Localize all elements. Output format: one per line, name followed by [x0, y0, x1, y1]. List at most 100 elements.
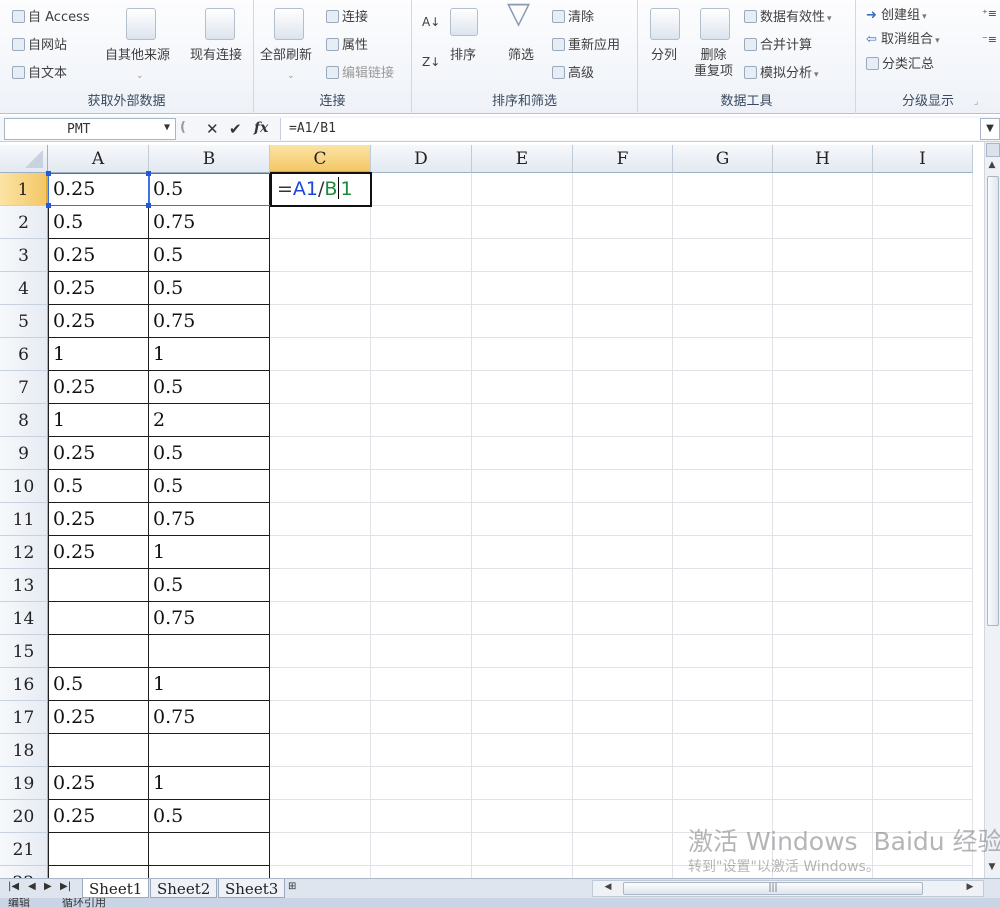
table-cell[interactable]: [472, 536, 573, 569]
table-cell[interactable]: [773, 437, 873, 470]
row-header[interactable]: 7: [0, 371, 48, 404]
table-cell[interactable]: 1: [48, 404, 149, 437]
table-cell[interactable]: [48, 602, 149, 635]
table-cell[interactable]: [673, 206, 773, 239]
sort-asc-button[interactable]: A↓: [422, 14, 440, 30]
table-cell[interactable]: [673, 602, 773, 635]
table-cell[interactable]: [673, 272, 773, 305]
table-cell[interactable]: 0.5: [149, 470, 270, 503]
row-header[interactable]: 9: [0, 437, 48, 470]
table-cell[interactable]: [573, 173, 673, 206]
table-cell[interactable]: [472, 569, 573, 602]
remove-duplicates-button[interactable]: 删除 重复项: [694, 48, 733, 80]
table-cell[interactable]: [573, 272, 673, 305]
column-header[interactable]: H: [773, 145, 873, 173]
table-cell[interactable]: [270, 536, 371, 569]
table-cell[interactable]: [472, 173, 573, 206]
table-cell[interactable]: [673, 767, 773, 800]
table-cell[interactable]: [673, 173, 773, 206]
table-cell[interactable]: [673, 437, 773, 470]
table-cell[interactable]: [48, 569, 149, 602]
table-cell[interactable]: [573, 404, 673, 437]
table-cell[interactable]: [873, 173, 973, 206]
prev-sheet-icon[interactable]: ◀: [28, 881, 36, 892]
next-sheet-icon[interactable]: ▶: [44, 881, 52, 892]
table-cell[interactable]: [773, 536, 873, 569]
enter-icon[interactable]: ✔: [229, 120, 242, 138]
table-cell[interactable]: [48, 866, 149, 878]
table-cell[interactable]: [371, 206, 472, 239]
table-cell[interactable]: 0.75: [149, 305, 270, 338]
worksheet-grid[interactable]: ABCDEFGHI 1 0.25 0.5 2 0.5 0.75 3 0.25 0.5 4 0.25 0…: [0, 145, 984, 878]
expand-formula-bar-icon[interactable]: ▼: [980, 118, 1000, 140]
table-cell[interactable]: [573, 569, 673, 602]
cancel-icon[interactable]: ✕: [206, 120, 219, 138]
table-cell[interactable]: [472, 635, 573, 668]
table-cell[interactable]: [573, 767, 673, 800]
select-all-button[interactable]: [0, 145, 48, 173]
table-cell[interactable]: [371, 800, 472, 833]
table-cell[interactable]: 1: [149, 668, 270, 701]
table-cell[interactable]: [873, 338, 973, 371]
table-cell[interactable]: [873, 503, 973, 536]
table-cell[interactable]: [873, 734, 973, 767]
table-cell[interactable]: [573, 338, 673, 371]
table-cell[interactable]: 0.5: [48, 668, 149, 701]
table-cell[interactable]: [270, 470, 371, 503]
table-cell[interactable]: [873, 404, 973, 437]
table-cell[interactable]: 1: [149, 536, 270, 569]
row-header[interactable]: 3: [0, 239, 48, 272]
table-cell[interactable]: [270, 503, 371, 536]
table-cell[interactable]: [371, 767, 472, 800]
table-cell[interactable]: [573, 503, 673, 536]
table-cell[interactable]: [371, 569, 472, 602]
table-cell[interactable]: 0.75: [149, 206, 270, 239]
table-cell[interactable]: [773, 206, 873, 239]
table-cell[interactable]: [48, 635, 149, 668]
table-cell[interactable]: [873, 701, 973, 734]
table-cell[interactable]: [873, 602, 973, 635]
table-cell[interactable]: 0.25: [48, 800, 149, 833]
active-cell-c1-editor[interactable]: =A1/B 1: [270, 172, 372, 207]
properties-button[interactable]: 属性: [326, 38, 368, 54]
table-cell[interactable]: [270, 767, 371, 800]
table-cell[interactable]: [371, 734, 472, 767]
table-cell[interactable]: 1: [149, 767, 270, 800]
column-header[interactable]: E: [472, 145, 573, 173]
row-header[interactable]: 12: [0, 536, 48, 569]
table-cell[interactable]: [773, 635, 873, 668]
table-cell[interactable]: [472, 602, 573, 635]
table-cell[interactable]: 0.75: [149, 701, 270, 734]
table-cell[interactable]: [472, 866, 573, 878]
sheet-tab[interactable]: Sheet3: [218, 879, 286, 898]
table-cell[interactable]: [371, 338, 472, 371]
row-header[interactable]: 15: [0, 635, 48, 668]
table-cell[interactable]: 0.5: [149, 173, 270, 206]
scroll-right-icon[interactable]: ▶: [963, 882, 977, 892]
table-cell[interactable]: [873, 866, 973, 878]
table-cell[interactable]: [573, 701, 673, 734]
table-cell[interactable]: [270, 404, 371, 437]
table-cell[interactable]: [873, 767, 973, 800]
table-cell[interactable]: [773, 668, 873, 701]
table-cell[interactable]: [371, 602, 472, 635]
table-cell[interactable]: [673, 668, 773, 701]
table-cell[interactable]: [873, 536, 973, 569]
table-cell[interactable]: [873, 272, 973, 305]
table-cell[interactable]: [472, 404, 573, 437]
hide-detail-icon[interactable]: ⁻≡: [982, 32, 997, 48]
column-header[interactable]: I: [873, 145, 973, 173]
table-cell[interactable]: 0.75: [149, 602, 270, 635]
table-cell[interactable]: [371, 668, 472, 701]
connections-button[interactable]: 连接: [326, 10, 368, 26]
table-cell[interactable]: 0.25: [48, 239, 149, 272]
table-cell[interactable]: [371, 503, 472, 536]
row-header[interactable]: 22: [0, 866, 48, 878]
table-cell[interactable]: 0.25: [48, 701, 149, 734]
row-header[interactable]: 8: [0, 404, 48, 437]
table-cell[interactable]: [270, 272, 371, 305]
table-cell[interactable]: [573, 866, 673, 878]
table-cell[interactable]: [773, 767, 873, 800]
table-cell[interactable]: [270, 437, 371, 470]
table-cell[interactable]: [673, 371, 773, 404]
